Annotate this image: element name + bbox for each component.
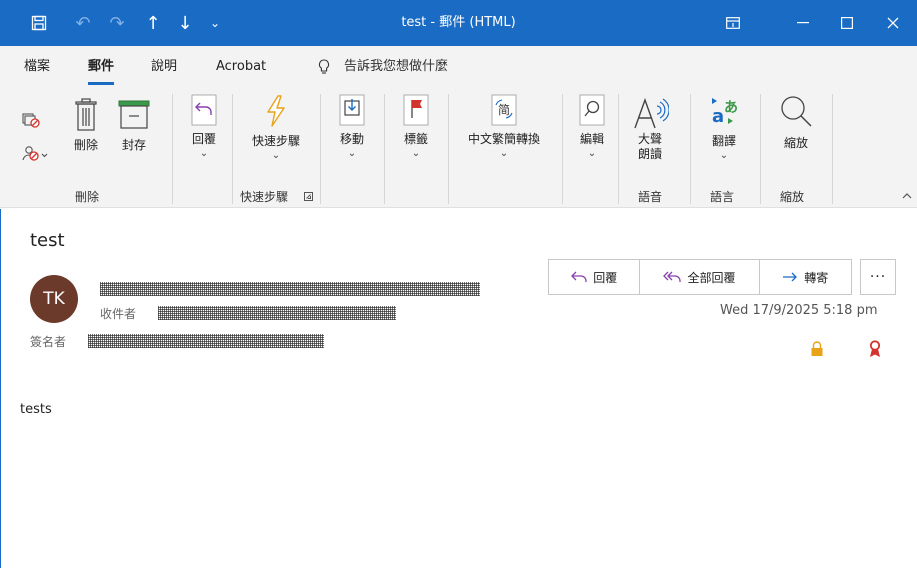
tags-button[interactable]: 標籤 ⌄ [398, 94, 434, 159]
archive-icon [118, 100, 150, 129]
message-subject: test [30, 230, 65, 251]
title-bar: ↶ ↷ ↑ ↓ ⌄ test - 郵件 (HTML) [0, 0, 917, 46]
signer-redacted [88, 334, 324, 348]
read-aloud-icon [634, 97, 669, 129]
delete-button[interactable]: 刪除 [68, 98, 104, 153]
archive-button[interactable]: 封存 [114, 98, 154, 153]
to-label: 收件者 [100, 307, 137, 321]
message-date: Wed 17/9/2025 5:18 pm [720, 303, 878, 318]
flag-icon [403, 94, 429, 126]
ignore-icon[interactable] [22, 112, 40, 128]
recipient-redacted [158, 306, 396, 320]
lightning-icon [267, 95, 285, 127]
lock-icon[interactable] [810, 341, 824, 357]
sender-redacted [100, 282, 480, 296]
chevron-down-icon: ⌄ [271, 150, 281, 161]
menu-bar: 檔案 郵件 說明 Acrobat 告訴我您想做什麼 [0, 46, 917, 88]
ribbon: 刪除 封存 刪除 回覆 ⌄ 快速步驟 ⌄ 快速步驟 移動 ⌄ 標籤 ⌄ 简 中文… [0, 88, 917, 208]
move-button[interactable]: 移動 ⌄ [334, 94, 370, 159]
tab-help[interactable]: 說明 [151, 46, 177, 88]
ribbon-display-icon[interactable] [710, 0, 756, 46]
collapse-ribbon-icon[interactable] [902, 192, 912, 200]
up-arrow-icon[interactable]: ↑ [136, 0, 170, 46]
customize-icon[interactable]: ⌄ [198, 0, 232, 46]
tab-acrobat[interactable]: Acrobat [216, 46, 266, 88]
group-label-speech: 語音 [638, 190, 663, 204]
reply-arrow-icon [571, 271, 587, 282]
chinese-conversion-icon: 简 [491, 94, 517, 126]
forward-button[interactable]: 轉寄 [760, 260, 851, 294]
editing-button[interactable]: 編輯 ⌄ [574, 94, 610, 159]
chinese-conversion-button[interactable]: 简 中文繁簡轉換 ⌄ [456, 94, 552, 159]
tell-me-search[interactable]: 告訴我您想做什麼 [344, 46, 448, 88]
separator [760, 94, 761, 204]
tab-mail[interactable]: 郵件 [88, 46, 115, 88]
separator [320, 94, 321, 204]
junk-icon[interactable] [22, 144, 50, 162]
chevron-down-icon: ⌄ [719, 150, 729, 161]
separator [832, 94, 833, 204]
signed-by-label: 簽名者 [30, 335, 67, 349]
chevron-down-icon: ⌄ [587, 148, 597, 159]
zoom-button[interactable]: 縮放 [776, 94, 816, 151]
trash-icon [75, 98, 97, 131]
reply-ribbon-button[interactable]: 回覆 ⌄ [186, 94, 222, 159]
save-icon[interactable] [22, 0, 56, 46]
separator [690, 94, 691, 204]
search-icon [579, 94, 605, 126]
read-aloud-button[interactable]: 大聲 朗讀 [628, 96, 672, 162]
chevron-down-icon: ⌄ [499, 148, 509, 159]
reply-all-button[interactable]: 全部回覆 [640, 260, 760, 294]
redo-icon[interactable]: ↷ [100, 0, 134, 46]
svg-text:あ: あ [724, 100, 738, 116]
dialog-launcher-icon[interactable] [304, 192, 313, 201]
separator [562, 94, 563, 204]
reply-button[interactable]: 回覆 [549, 260, 641, 294]
separator [172, 94, 173, 204]
group-label-quick-steps: 快速步驟 [240, 190, 289, 204]
tab-file[interactable]: 檔案 [24, 46, 50, 88]
chevron-down-icon: ⌄ [199, 148, 209, 159]
down-arrow-icon[interactable]: ↓ [168, 0, 202, 46]
reply-all-icon [663, 271, 682, 282]
message-body: tests [20, 402, 52, 417]
svg-text:简: 简 [498, 103, 510, 117]
translate-icon: aあ [712, 98, 738, 127]
separator [232, 94, 233, 204]
group-label-language: 語言 [710, 190, 735, 204]
magnifier-icon [781, 96, 812, 127]
maximize-icon[interactable] [824, 0, 870, 46]
translate-button[interactable]: aあ 翻譯 ⌄ [704, 94, 744, 161]
forward-arrow-icon [783, 272, 798, 282]
chevron-down-icon: ⌄ [411, 148, 421, 159]
chevron-down-icon: ⌄ [347, 148, 357, 159]
minimize-icon[interactable] [780, 0, 826, 46]
avatar[interactable]: TK [30, 275, 78, 323]
close-icon[interactable] [870, 0, 916, 46]
separator [384, 94, 385, 204]
quick-steps-button[interactable]: 快速步驟 ⌄ [244, 94, 308, 161]
more-actions-button[interactable]: ··· [860, 259, 896, 295]
svg-text:a: a [712, 106, 724, 127]
reply-icon [191, 94, 217, 126]
lightbulb-icon [318, 59, 330, 74]
group-label-delete: 刪除 [75, 190, 100, 204]
separator [618, 94, 619, 204]
separator [448, 94, 449, 204]
signature-badge-icon[interactable] [868, 340, 882, 358]
undo-icon[interactable]: ↶ [66, 0, 100, 46]
group-label-zoom: 縮放 [780, 190, 805, 204]
message-actions: 回覆 全部回覆 轉寄 [548, 259, 852, 295]
move-icon [339, 94, 365, 126]
